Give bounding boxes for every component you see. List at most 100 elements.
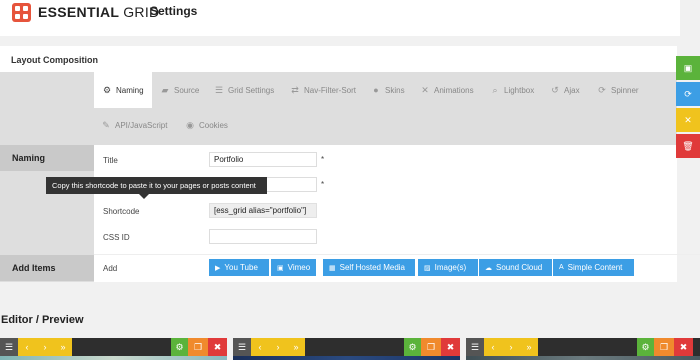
tools-icon: ✕ — [421, 85, 429, 95]
gear-icon: ⚙ — [408, 341, 417, 352]
preview-card: ☰ ‹ › » ⚙ ❐ ✖ — [0, 338, 227, 360]
tab-naming[interactable]: ⚙ Naming — [94, 72, 152, 108]
tab-nav-filter-sort[interactable]: ⇄ Nav-Filter-Sort — [290, 85, 356, 96]
brand-name: ESSENTIAL GRID — [38, 4, 160, 20]
essential-grid-logo-icon — [12, 3, 31, 22]
card-settings-button[interactable]: ⚙ — [171, 338, 188, 356]
card-thumbnail — [233, 356, 460, 360]
shortcode-field[interactable] — [209, 203, 317, 218]
section-sidebar: Naming Add Items — [0, 145, 94, 282]
duplicate-icon: ❐ — [659, 341, 669, 352]
move-end-button[interactable]: » — [287, 338, 305, 356]
section-naming-label: Naming — [0, 145, 94, 171]
card-delete-button[interactable]: ✖ — [208, 338, 227, 356]
add-label: Add — [103, 264, 118, 273]
card-thumbnail — [0, 356, 227, 360]
delete-button[interactable]: 🗑 — [676, 134, 700, 158]
trash-icon: ✖ — [213, 341, 222, 352]
card-menu-button[interactable]: ☰ — [0, 338, 18, 356]
soundcloud-icon: ☁ — [485, 264, 492, 272]
move-left-button[interactable]: ‹ — [251, 338, 269, 356]
image-icon: ▨ — [424, 264, 431, 272]
css-id-input[interactable] — [209, 229, 317, 244]
layout-composition-panel: Layout Composition ⚙ Naming ▰ Source ☰ Grid… — [0, 46, 677, 282]
search-icon: ⌕ — [492, 85, 498, 95]
youtube-icon: ▶ — [215, 264, 221, 272]
eye-icon: ◉ — [186, 120, 194, 130]
gear-icon: ⚙ — [102, 84, 112, 95]
card-duplicate-button[interactable]: ❐ — [654, 338, 674, 356]
card-delete-button[interactable]: ✖ — [674, 338, 693, 356]
tab-ajax[interactable]: ↺ Ajax — [550, 85, 579, 96]
undo-icon: ↺ — [551, 85, 559, 95]
tab-source[interactable]: ▰ Source — [160, 85, 200, 96]
settings-tabs: ⚙ Naming ▰ Source ☰ Grid Settings ⇄ Nav-Filt… — [0, 72, 677, 145]
gear-icon: ⚙ — [641, 341, 650, 352]
card-duplicate-button[interactable]: ❐ — [188, 338, 208, 356]
magic-wand-icon: ✎ — [102, 120, 110, 130]
preview-card: ☰ ‹ › » ⚙ ❐ ✖ — [466, 338, 700, 360]
section-add-items-label: Add Items — [0, 255, 94, 281]
save-button[interactable]: ▣ — [676, 56, 700, 80]
add-images-button[interactable]: ▨ Image(s) — [418, 259, 478, 276]
title-input[interactable] — [209, 152, 317, 167]
drop-icon: ● — [373, 85, 379, 95]
film-icon: ▦ — [329, 264, 336, 272]
top-bar: ESSENTIAL GRID Settings — [0, 0, 680, 36]
trash-icon: 🗑 — [682, 140, 694, 151]
preview-card: ☰ ‹ › » ⚙ ❐ ✖ — [233, 338, 460, 360]
move-end-button[interactable]: » — [520, 338, 538, 356]
tab-spinner[interactable]: ⟳ Spinner — [597, 85, 638, 96]
tab-lightbox[interactable]: ⌕ Lightbox — [490, 85, 534, 96]
card-delete-button[interactable]: ✖ — [441, 338, 460, 356]
duplicate-icon: ❐ — [426, 341, 436, 352]
refresh-icon: ⟳ — [684, 88, 692, 99]
shortcode-tooltip: Copy this shortcode to paste it to your … — [46, 177, 267, 199]
card-menu-button[interactable]: ☰ — [233, 338, 251, 356]
move-end-button[interactable]: » — [54, 338, 72, 356]
refresh-button[interactable]: ⟳ — [676, 82, 700, 106]
card-settings-button[interactable]: ⚙ — [637, 338, 654, 356]
close-icon: ✕ — [684, 114, 692, 125]
add-self-hosted-media-button[interactable]: ▦ Self Hosted Media — [323, 259, 415, 276]
card-menu-button[interactable]: ☰ — [466, 338, 484, 356]
add-simple-content-button[interactable]: A Simple Content — [553, 259, 634, 276]
add-soundcloud-button[interactable]: ☁ Sound Cloud — [479, 259, 552, 276]
gear-icon: ⚙ — [175, 341, 184, 352]
move-right-button[interactable]: › — [36, 338, 54, 356]
panel-title: Layout Composition — [11, 55, 98, 65]
vimeo-icon: ▣ — [277, 264, 284, 272]
required-mark: * — [321, 155, 325, 164]
shuffle-icon: ⇄ — [291, 85, 299, 95]
card-thumbnail — [466, 356, 700, 360]
tab-skins[interactable]: ● Skins — [371, 85, 404, 95]
save-icon: ▣ — [683, 62, 693, 73]
folder-icon: ▰ — [161, 85, 169, 95]
card-settings-button[interactable]: ⚙ — [404, 338, 421, 356]
css-id-label: CSS ID — [103, 233, 130, 242]
title-label: Title — [103, 156, 118, 165]
text-icon: A — [559, 264, 564, 271]
required-mark: * — [321, 180, 325, 189]
move-right-button[interactable]: › — [269, 338, 287, 356]
card-duplicate-button[interactable]: ❐ — [421, 338, 441, 356]
tab-api-javascript[interactable]: ✎ API/JavaScript — [101, 120, 167, 131]
tab-animations[interactable]: ✕ Animations — [420, 85, 473, 96]
refresh-icon: ⟳ — [598, 85, 606, 95]
list-icon: ☰ — [214, 85, 224, 95]
move-left-button[interactable]: ‹ — [484, 338, 502, 356]
trash-icon: ✖ — [446, 341, 455, 352]
tab-grid-settings[interactable]: ☰ Grid Settings — [214, 85, 274, 96]
shortcode-label: Shortcode — [103, 207, 140, 216]
add-youtube-button[interactable]: ▶ You Tube — [209, 259, 269, 276]
tab-cookies[interactable]: ◉ Cookies — [185, 120, 228, 131]
move-right-button[interactable]: › — [502, 338, 520, 356]
editor-preview-title: Editor / Preview — [1, 314, 84, 326]
duplicate-icon: ❐ — [193, 341, 203, 352]
trash-icon: ✖ — [679, 341, 688, 352]
add-vimeo-button[interactable]: ▣ Vimeo — [271, 259, 316, 276]
divider — [94, 254, 700, 255]
close-button[interactable]: ✕ — [676, 108, 700, 132]
page-title: Settings — [150, 4, 198, 18]
move-left-button[interactable]: ‹ — [18, 338, 36, 356]
